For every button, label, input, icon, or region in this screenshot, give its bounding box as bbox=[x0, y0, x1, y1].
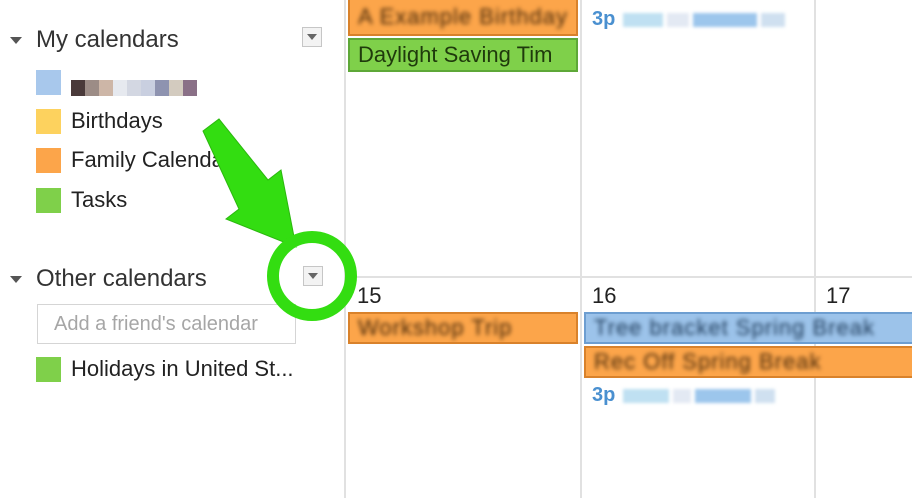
green-arrow-icon bbox=[202, 118, 297, 248]
green-circle-highlight-icon bbox=[267, 231, 357, 321]
annotation-overlay bbox=[202, 118, 357, 321]
